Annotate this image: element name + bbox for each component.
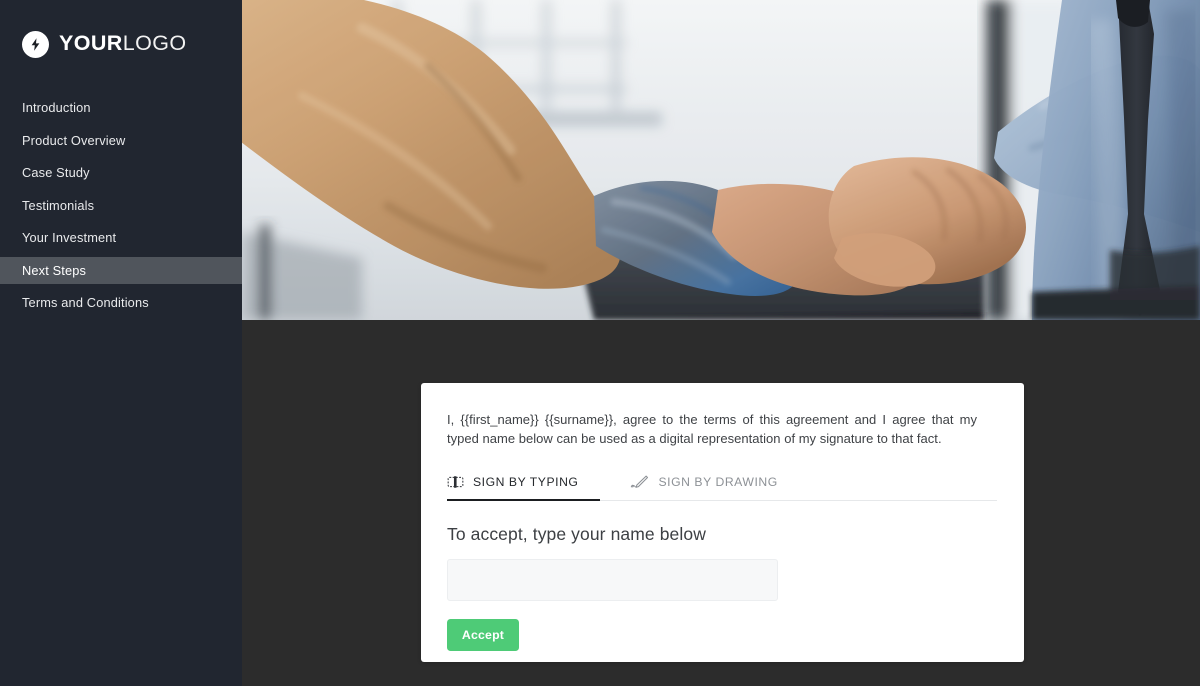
signature-tabs: SIGN BY TYPING SIGN BY DRAWING — [447, 469, 997, 501]
sidebar-item-label: Product Overview — [22, 132, 126, 148]
sidebar-item-label: Next Steps — [22, 262, 87, 278]
hero-image — [242, 0, 1200, 320]
lightning-bolt-icon — [22, 30, 49, 58]
main-content: I, {{first_name}} {{surname}}, agree to … — [242, 0, 1200, 686]
agreement-text: I, {{first_name}} {{surname}}, agree to … — [447, 412, 977, 446]
accept-button[interactable]: Accept — [447, 619, 519, 651]
tab-sign-by-drawing[interactable]: SIGN BY DRAWING — [630, 469, 777, 500]
brand-name: YOURLOGO — [59, 33, 186, 55]
sidebar-item-testimonials[interactable]: Testimonials — [0, 192, 242, 219]
sidebar-item-next-steps[interactable]: Next Steps — [0, 256, 242, 284]
tab-sign-by-typing[interactable]: SIGN BY TYPING — [447, 470, 601, 501]
sidebar-item-label: Terms and Conditions — [22, 295, 149, 310]
sidebar-item-product-overview[interactable]: Product Overview — [0, 127, 242, 154]
sidebar: YOURLOGO Introduction Product Overview C… — [0, 0, 242, 686]
form-heading: To accept, type your name below — [447, 524, 706, 544]
tab-label: SIGN BY TYPING — [473, 474, 579, 489]
sidebar-item-introduction[interactable]: Introduction — [0, 94, 242, 121]
brand-logo[interactable]: YOURLOGO — [22, 22, 242, 66]
signature-name-input[interactable] — [447, 559, 778, 601]
keyboard-icon — [447, 475, 464, 489]
sidebar-item-label: Introduction — [22, 100, 91, 115]
sidebar-item-label: Case Study — [22, 165, 90, 180]
sidebar-item-your-investment[interactable]: Your Investment — [0, 224, 242, 251]
brand-name-bold: YOUR — [59, 31, 123, 56]
sidebar-nav: Introduction Product Overview Case Study… — [0, 94, 242, 316]
sidebar-item-case-study[interactable]: Case Study — [0, 159, 242, 186]
sidebar-item-label: Your Investment — [22, 230, 117, 245]
tab-label: SIGN BY DRAWING — [658, 474, 778, 489]
sidebar-item-label: Testimonials — [22, 197, 95, 213]
sidebar-item-terms-and-conditions[interactable]: Terms and Conditions — [0, 289, 242, 316]
page-root: YOURLOGO Introduction Product Overview C… — [0, 0, 1200, 686]
pen-icon — [630, 475, 649, 489]
signature-card: I, {{first_name}} {{surname}}, agree to … — [421, 383, 1024, 662]
brand-name-light: LOGO — [122, 31, 187, 56]
